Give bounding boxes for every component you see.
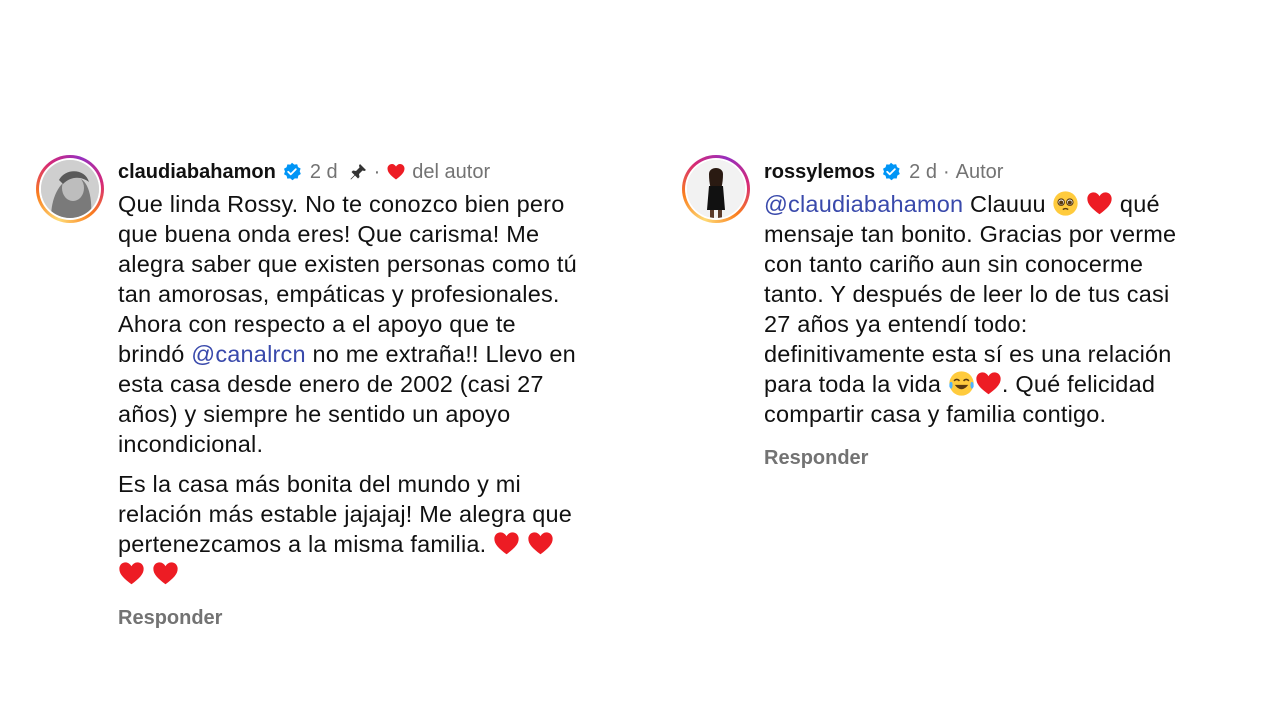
text-line: relación más estable jajajaj! Me alegra … bbox=[118, 501, 573, 527]
avatar-claudiabahamon[interactable] bbox=[41, 160, 99, 218]
verified-badge-icon bbox=[883, 162, 900, 181]
paragraph-1: @claudiabahamon Clauuu qué mensaje tan b… bbox=[764, 189, 1262, 429]
separator-dot: · bbox=[942, 160, 950, 183]
paragraph-2: Es la casa más bonita del mundo y mi rel… bbox=[118, 469, 636, 589]
text-line: mensaje tan bonito. Gracias por verme bbox=[764, 221, 1177, 247]
text-line: alegra saber que existen personas como t… bbox=[118, 251, 577, 277]
text-line: con tanto cariño aun sin conocerme bbox=[764, 251, 1144, 277]
author-label: Autor bbox=[955, 160, 1004, 183]
mention-link[interactable]: @canalrcn bbox=[191, 341, 305, 367]
text-line: tanto. Y después de leer lo de tus casi bbox=[764, 281, 1170, 307]
text-line: Ahora con respecto a el apoyo que te bbox=[118, 311, 516, 337]
pin-icon bbox=[350, 164, 366, 180]
red-heart-emoji-icon bbox=[494, 532, 519, 555]
verified-badge-icon bbox=[283, 162, 301, 181]
text-line: 27 años ya entendí todo: bbox=[764, 311, 1028, 337]
tears-of-joy-emoji-icon bbox=[949, 371, 974, 396]
avatar-rossylemos[interactable] bbox=[687, 160, 745, 218]
red-heart-emoji-icon bbox=[528, 532, 553, 555]
text-line: brindó bbox=[118, 341, 192, 367]
reply-button[interactable]: Responder bbox=[118, 607, 636, 630]
text-line: definitivamente esta sí es una relación bbox=[764, 341, 1172, 367]
comment-text: @claudiabahamon Clauuu qué mensaje tan b… bbox=[764, 189, 1262, 429]
text-line: que buena onda eres! Que carisma! Me bbox=[118, 221, 540, 247]
username[interactable]: rossylemos bbox=[764, 161, 875, 184]
red-heart-emoji-icon bbox=[119, 562, 144, 585]
pleading-face-emoji-icon bbox=[1053, 191, 1079, 216]
text-line: tan amorosas, empáticas y profesionales. bbox=[118, 281, 560, 307]
comment-time: 2 d bbox=[909, 160, 937, 183]
text-line: . Qué felicidad bbox=[1001, 371, 1156, 397]
mention-link[interactable]: @claudiabahamon bbox=[764, 191, 963, 217]
text-line: compartir casa y familia contigo. bbox=[764, 401, 1107, 427]
text-line: Que linda Rossy. No te conozco bien pero bbox=[118, 191, 565, 217]
liked-by-author-label: del autor bbox=[412, 160, 491, 183]
story-ring[interactable] bbox=[36, 155, 104, 223]
red-heart-emoji-icon bbox=[1087, 192, 1112, 215]
text-line: pertenezcamos a la misma familia. bbox=[118, 531, 487, 557]
paragraph-1: Que linda Rossy. No te conozco bien pero… bbox=[118, 189, 636, 459]
text-line: Es la casa más bonita del mundo y mi bbox=[118, 471, 521, 497]
username[interactable]: claudiabahamon bbox=[118, 161, 276, 184]
text-line: no me extraña!! Llevo en bbox=[305, 341, 576, 367]
comment-meta: claudiabahamon 2 d · del autor bbox=[118, 155, 636, 189]
text-line: para toda la vida bbox=[764, 371, 948, 397]
heart-icon bbox=[387, 164, 405, 180]
comment-time: 2 d bbox=[309, 160, 338, 183]
text-line: Clauuu bbox=[963, 191, 1053, 217]
reply-button[interactable]: Responder bbox=[764, 447, 1262, 470]
separator-dot: · bbox=[373, 160, 381, 183]
story-ring[interactable] bbox=[682, 155, 750, 223]
text-line: esta casa desde enero de 2002 (casi 27 bbox=[118, 371, 544, 397]
text-line: años) y siempre he sentido un apoyo bbox=[118, 401, 511, 427]
text-line: qué bbox=[1113, 191, 1160, 217]
comment-text: Que linda Rossy. No te conozco bien pero… bbox=[118, 189, 636, 589]
red-heart-emoji-icon bbox=[976, 372, 1001, 395]
text-line: incondicional. bbox=[118, 431, 264, 457]
red-heart-emoji-icon bbox=[153, 562, 178, 585]
comment-meta: rossylemos 2 d · Autor bbox=[764, 155, 1262, 189]
